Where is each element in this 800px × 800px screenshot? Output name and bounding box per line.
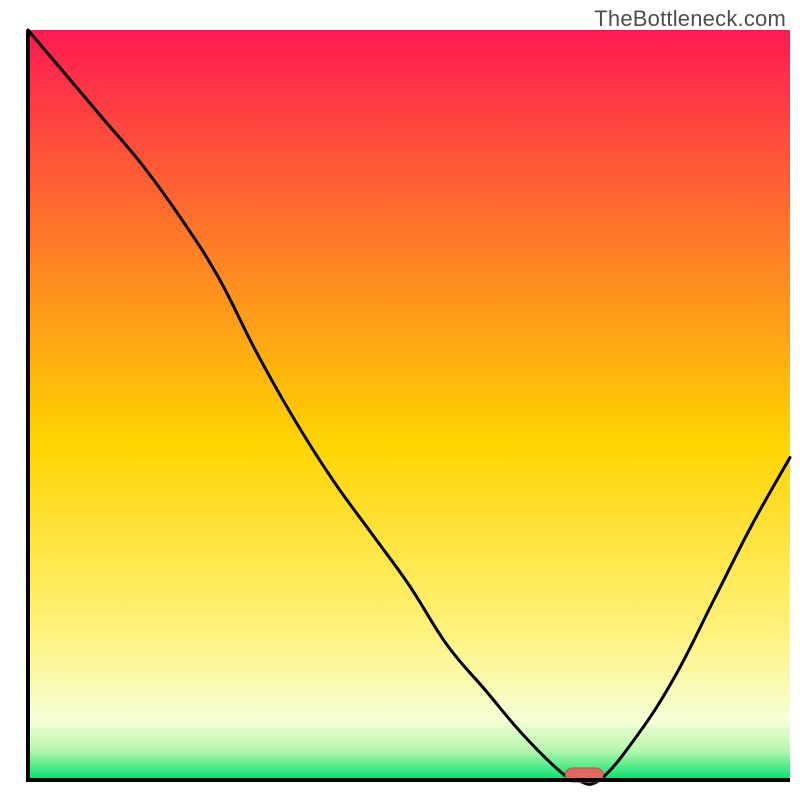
gradient-background <box>28 30 790 780</box>
bottleneck-chart: TheBottleneck.com <box>0 0 800 800</box>
chart-svg <box>0 0 800 800</box>
watermark-text: TheBottleneck.com <box>594 6 786 32</box>
